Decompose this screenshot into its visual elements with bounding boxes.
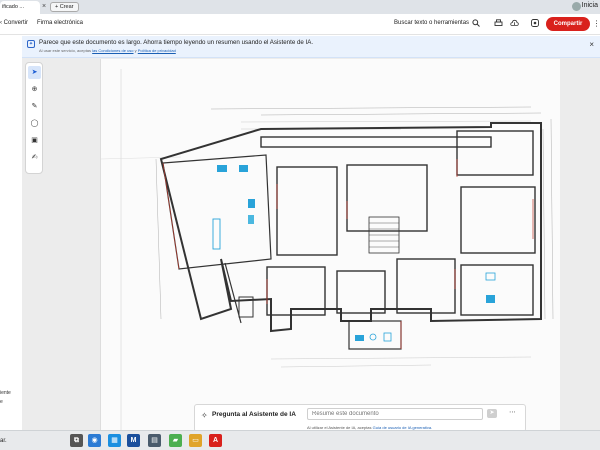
banner-terms: Al usar este servicio, aceptas las Condi… <box>39 48 176 53</box>
text-box-tool-icon[interactable]: ▣ <box>28 134 41 147</box>
shape-tool-icon[interactable]: ◯ <box>28 117 41 130</box>
left-panel: iente e <box>0 35 22 430</box>
print-icon[interactable] <box>494 19 503 28</box>
terms-of-use-link[interactable]: las Condiciones de uso <box>92 48 133 53</box>
convert-chevron-icon: ‹ <box>0 20 2 26</box>
send-icon[interactable]: ➤ <box>487 409 497 418</box>
privacy-policy-link[interactable]: Política de privacidad <box>138 48 176 53</box>
convert-menu[interactable]: ‹ Convertir <box>0 20 28 26</box>
ai-assistant-bar: ✧ Pregunta al Asistente de IA ➤ ⋯ Al uti… <box>194 404 526 432</box>
close-tab-icon[interactable]: × <box>42 3 46 10</box>
document-tab[interactable]: ificado ... <box>0 1 40 14</box>
ai-assistant-title: Pregunta al Asistente de IA <box>212 411 296 418</box>
search-icon[interactable] <box>471 19 480 28</box>
task-view-icon[interactable]: ⧉ <box>70 434 83 447</box>
acrobat-icon[interactable]: A <box>209 434 222 447</box>
select-tool-icon[interactable]: ➤ <box>28 66 41 79</box>
sign-menu[interactable]: Firma electrónica <box>37 20 83 26</box>
browser-icon[interactable]: ◉ <box>88 434 101 447</box>
more-options-icon[interactable]: ⋯ <box>509 408 516 416</box>
folder-icon[interactable]: ▭ <box>189 434 202 447</box>
close-icon[interactable]: × <box>589 40 594 49</box>
title-bar: ificado ... × + Crear Inicia <box>0 0 600 14</box>
search-tools-label[interactable]: Buscar texto o herramientas <box>394 20 469 26</box>
banner-message: Parece que este documento es largo. Ahor… <box>39 39 314 46</box>
ai-summary-banner: ✦ Parece que este documento es largo. Ah… <box>22 36 600 58</box>
tool-palette: ➤ ⊕ ✎ ◯ ▣ ✍ <box>25 62 43 174</box>
banner-terms-join: y <box>134 48 137 53</box>
upload-cloud-icon[interactable] <box>510 19 519 28</box>
ai-assistant-icon: ✧ <box>201 411 208 420</box>
sign-in-link[interactable]: Inicia <box>582 2 598 9</box>
convert-label: Convertir <box>3 20 29 26</box>
floor-plan-drawing <box>100 69 554 430</box>
ai-summary-icon: ✦ <box>27 40 35 48</box>
app-mn-icon[interactable]: M <box>127 434 140 447</box>
draw-tool-icon[interactable]: ✎ <box>28 100 41 113</box>
main-toolbar: ‹ Convertir Firma electrónica Buscar tex… <box>0 14 600 35</box>
files-icon[interactable]: ▰ <box>169 434 182 447</box>
sign-tool-icon[interactable]: ✍ <box>28 151 41 164</box>
share-button[interactable]: Compartir <box>546 17 590 31</box>
banner-terms-prefix: Al usar este servicio, aceptas <box>39 48 92 53</box>
store-icon[interactable]: ▦ <box>108 434 121 447</box>
ai-question-input[interactable] <box>307 408 483 420</box>
document-page[interactable] <box>100 59 560 430</box>
os-taskbar: ar. ⧉ ◉ ▦ M ▤ ▰ ▭ A <box>0 430 600 450</box>
profile-avatar-icon[interactable] <box>572 2 581 11</box>
apps-icon[interactable] <box>530 19 539 28</box>
new-tab-button[interactable]: + Crear <box>50 2 79 12</box>
tab-title: ificado ... <box>2 4 25 10</box>
taskbar-text: ar. <box>0 438 7 444</box>
left-panel-text-2: e <box>0 399 3 405</box>
app-grid-icon[interactable]: ▤ <box>148 434 161 447</box>
comment-tool-icon[interactable]: ⊕ <box>28 83 41 96</box>
more-options-icon[interactable]: ⋮ <box>592 19 600 28</box>
left-panel-text: iente <box>0 390 11 396</box>
